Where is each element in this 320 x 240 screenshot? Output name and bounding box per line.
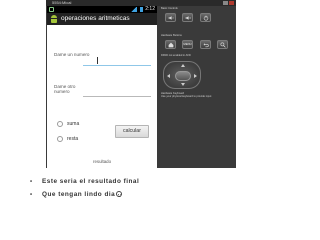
close-button[interactable] xyxy=(229,1,234,5)
back-icon xyxy=(203,42,209,47)
note-text: Que tengan lindo dia xyxy=(42,191,116,198)
window-buttons xyxy=(223,1,234,5)
volume-up-icon xyxy=(185,15,191,20)
notification-icon xyxy=(49,7,54,12)
dpad-right-icon[interactable] xyxy=(194,74,197,78)
basic-controls-title: Basic Controls xyxy=(161,7,178,10)
power-icon xyxy=(203,15,208,21)
keyboard-hint: Use your physical keyboard to provide in… xyxy=(161,95,212,98)
status-clock: 2:12 xyxy=(145,6,155,12)
radio-label-suma: suma xyxy=(67,121,80,127)
second-number-field[interactable] xyxy=(83,91,151,97)
status-bar: 2:12 xyxy=(47,6,157,13)
volume-down-icon xyxy=(168,15,174,20)
note-item: • Este seria el resultado final xyxy=(24,178,314,186)
search-button[interactable] xyxy=(217,40,228,49)
minimize-button[interactable] xyxy=(223,1,228,5)
radio-suma[interactable]: suma xyxy=(57,121,79,127)
radio-circle[interactable] xyxy=(57,136,63,142)
text-cursor xyxy=(97,57,98,64)
smiley-icon xyxy=(116,191,123,198)
second-number-label: Dame otro numero xyxy=(54,84,76,94)
result-label: resultado xyxy=(93,159,112,164)
dpad-center-button[interactable] xyxy=(175,71,191,81)
signal-icon xyxy=(131,7,137,12)
home-button[interactable] xyxy=(165,40,176,49)
notes-list: • Este seria el resultado final • Que te… xyxy=(24,178,314,204)
hardware-buttons-title: Hardware Buttons xyxy=(161,34,182,37)
menu-button[interactable]: MENU xyxy=(182,40,193,49)
power-button[interactable] xyxy=(200,13,211,22)
search-icon xyxy=(220,42,226,48)
calculator-form: Dame un numero Dame otro numero suma res… xyxy=(47,25,157,168)
slide: 5554:Mical 2:12 operaciones aritmeticas … xyxy=(0,0,320,240)
android-app-icon xyxy=(50,15,58,23)
home-icon xyxy=(168,42,173,47)
first-number-label: Dame un numero xyxy=(54,52,90,57)
calculate-button[interactable]: calcular xyxy=(115,125,149,138)
note-item: • Que tengan lindo dia xyxy=(24,191,314,199)
phone-screen: 2:12 operaciones aritmeticas Dame un num… xyxy=(47,6,157,168)
app-title: operaciones aritmeticas xyxy=(61,15,130,22)
dpad[interactable] xyxy=(163,61,201,89)
note-text: Este seria el resultado final xyxy=(42,178,140,185)
dpad-left-icon[interactable] xyxy=(167,74,170,78)
back-button[interactable] xyxy=(200,40,211,49)
dpad-title: DPAD not enabled in AVD xyxy=(161,54,191,57)
battery-icon xyxy=(140,7,143,12)
dpad-up-icon[interactable] xyxy=(181,64,185,67)
radio-resta[interactable]: resta xyxy=(57,136,78,142)
radio-circle[interactable] xyxy=(57,121,63,127)
emulator-controls-panel: Basic Controls Hardware Buttons MENU DPA… xyxy=(160,6,234,168)
radio-label-resta: resta xyxy=(67,136,79,142)
first-number-field[interactable] xyxy=(83,57,151,66)
volume-down-button[interactable] xyxy=(165,13,176,22)
bullet-icon: • xyxy=(30,179,33,185)
action-bar: operaciones aritmeticas xyxy=(47,13,157,25)
menu-label: MENU xyxy=(183,42,192,46)
bullet-icon: • xyxy=(30,192,33,198)
dpad-down-icon[interactable] xyxy=(181,83,185,86)
volume-up-button[interactable] xyxy=(182,13,193,22)
